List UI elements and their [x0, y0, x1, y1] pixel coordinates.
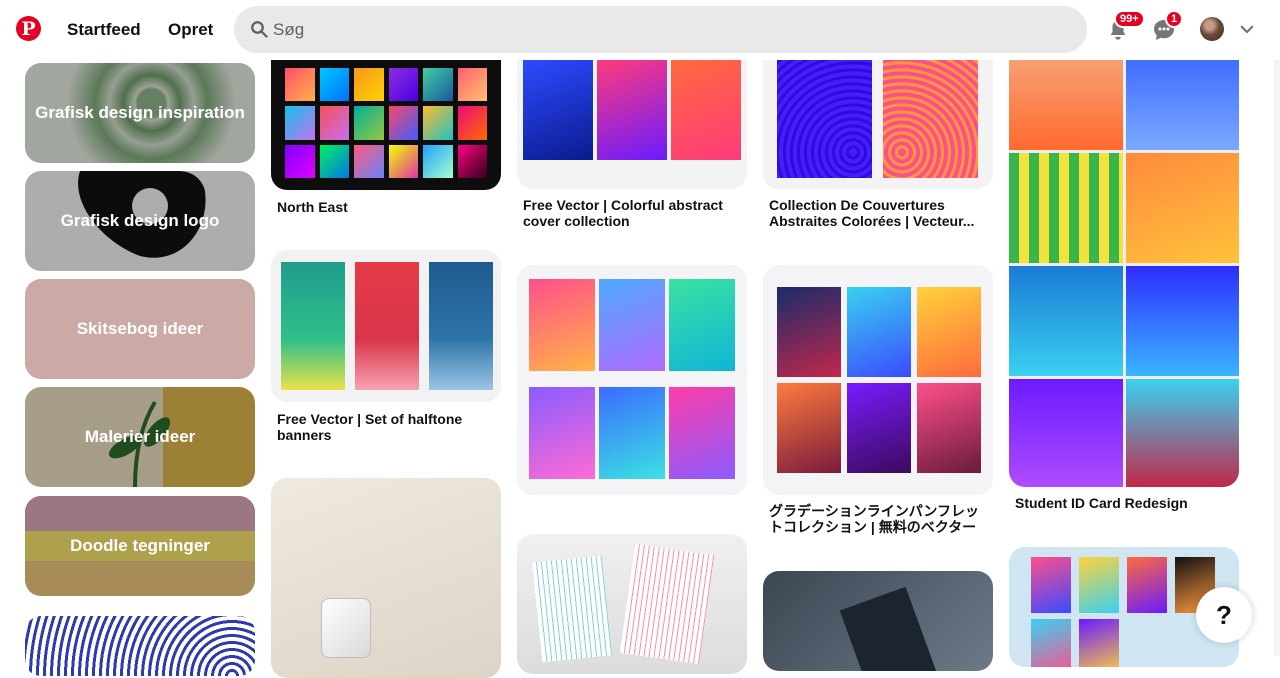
pin-image — [847, 287, 911, 377]
messages-badge: 1 — [1165, 10, 1184, 28]
pin-image — [619, 543, 715, 665]
pin-card[interactable] — [1009, 30, 1239, 487]
messages-button[interactable]: 1 — [1142, 8, 1186, 52]
pin-image — [1009, 153, 1239, 263]
search-icon — [251, 21, 268, 38]
pin-card[interactable] — [517, 534, 747, 674]
pin-image — [777, 287, 841, 377]
pin-title[interactable]: Free Vector | Set of halftone banners — [277, 411, 497, 443]
board-label: Doodle tegninger — [70, 536, 210, 555]
nav-home-link[interactable]: Startfeed — [55, 8, 153, 52]
help-question-icon: ? — [1216, 599, 1232, 630]
pin-image — [285, 68, 487, 178]
pin-card[interactable] — [763, 571, 993, 671]
board-card[interactable]: Malerier ideer — [25, 387, 255, 487]
pin-image — [883, 50, 978, 178]
help-button[interactable]: ? — [1196, 587, 1252, 643]
pin-image — [671, 60, 741, 160]
pin-image — [599, 279, 665, 371]
notifications-button[interactable]: 99+ — [1096, 8, 1145, 52]
pin-image — [917, 383, 981, 473]
pin-image — [669, 279, 735, 371]
pin-card[interactable] — [25, 616, 255, 676]
pin-image — [1009, 379, 1239, 487]
pin-image — [847, 383, 911, 473]
pin-image — [355, 262, 419, 390]
pin-image — [281, 262, 345, 390]
pin-image — [777, 383, 841, 473]
chevron-down-icon[interactable] — [1238, 20, 1256, 38]
pin-image — [1079, 557, 1119, 613]
pin-card[interactable] — [271, 478, 501, 678]
board-label: Grafisk design inspiration — [35, 103, 245, 122]
pinterest-logo-icon[interactable]: P — [16, 16, 41, 41]
pin-card[interactable] — [271, 40, 501, 190]
board-card[interactable]: Doodle tegninger — [25, 496, 255, 596]
pin-image — [917, 287, 981, 377]
pin-image — [429, 262, 493, 390]
pin-image — [669, 387, 735, 479]
pin-title[interactable]: Student ID Card Redesign — [1015, 495, 1235, 511]
pin-image — [529, 279, 595, 371]
pin-card[interactable] — [763, 265, 993, 495]
pin-title[interactable]: Free Vector | Colorful abstract cover co… — [523, 197, 741, 229]
search-input[interactable] — [273, 6, 1063, 53]
board-label: Skitsebog ideer — [76, 319, 204, 338]
pin-image — [1009, 266, 1239, 376]
board-label: Malerier ideer — [84, 427, 196, 446]
pin-image — [1127, 557, 1167, 613]
pin-image — [529, 387, 595, 479]
pin-image — [777, 50, 872, 178]
pin-image — [599, 387, 665, 479]
pin-image — [531, 555, 613, 663]
board-card[interactable]: Skitsebog ideer — [25, 279, 255, 379]
top-header: P Startfeed Opret 99+ 1 — [0, 0, 1280, 60]
pin-image — [839, 586, 937, 671]
scrollbar[interactable] — [1274, 0, 1280, 656]
board-card[interactable]: Grafisk design inspiration — [25, 63, 255, 163]
pin-image — [597, 60, 667, 160]
pin-image — [1031, 619, 1071, 667]
nav-create-link[interactable]: Opret — [156, 8, 225, 52]
sim-chip-image — [321, 598, 371, 658]
pin-image — [523, 60, 593, 160]
search-bar[interactable] — [234, 6, 1087, 53]
pin-title[interactable]: グラデーションラインパンフレットコレクション | 無料のベクター — [769, 503, 989, 535]
pin-image — [1031, 557, 1071, 613]
board-label: Grafisk design logo — [60, 211, 220, 230]
pin-card[interactable] — [517, 265, 747, 495]
board-card[interactable]: Grafisk design logo — [25, 171, 255, 271]
notifications-badge: 99+ — [1114, 10, 1145, 28]
pin-title[interactable]: North East — [277, 199, 497, 215]
pin-title[interactable]: Collection De Couvertures Abstraites Col… — [769, 197, 987, 229]
avatar[interactable] — [1200, 17, 1224, 41]
pin-card[interactable] — [271, 250, 501, 402]
pin-image — [1079, 619, 1119, 667]
